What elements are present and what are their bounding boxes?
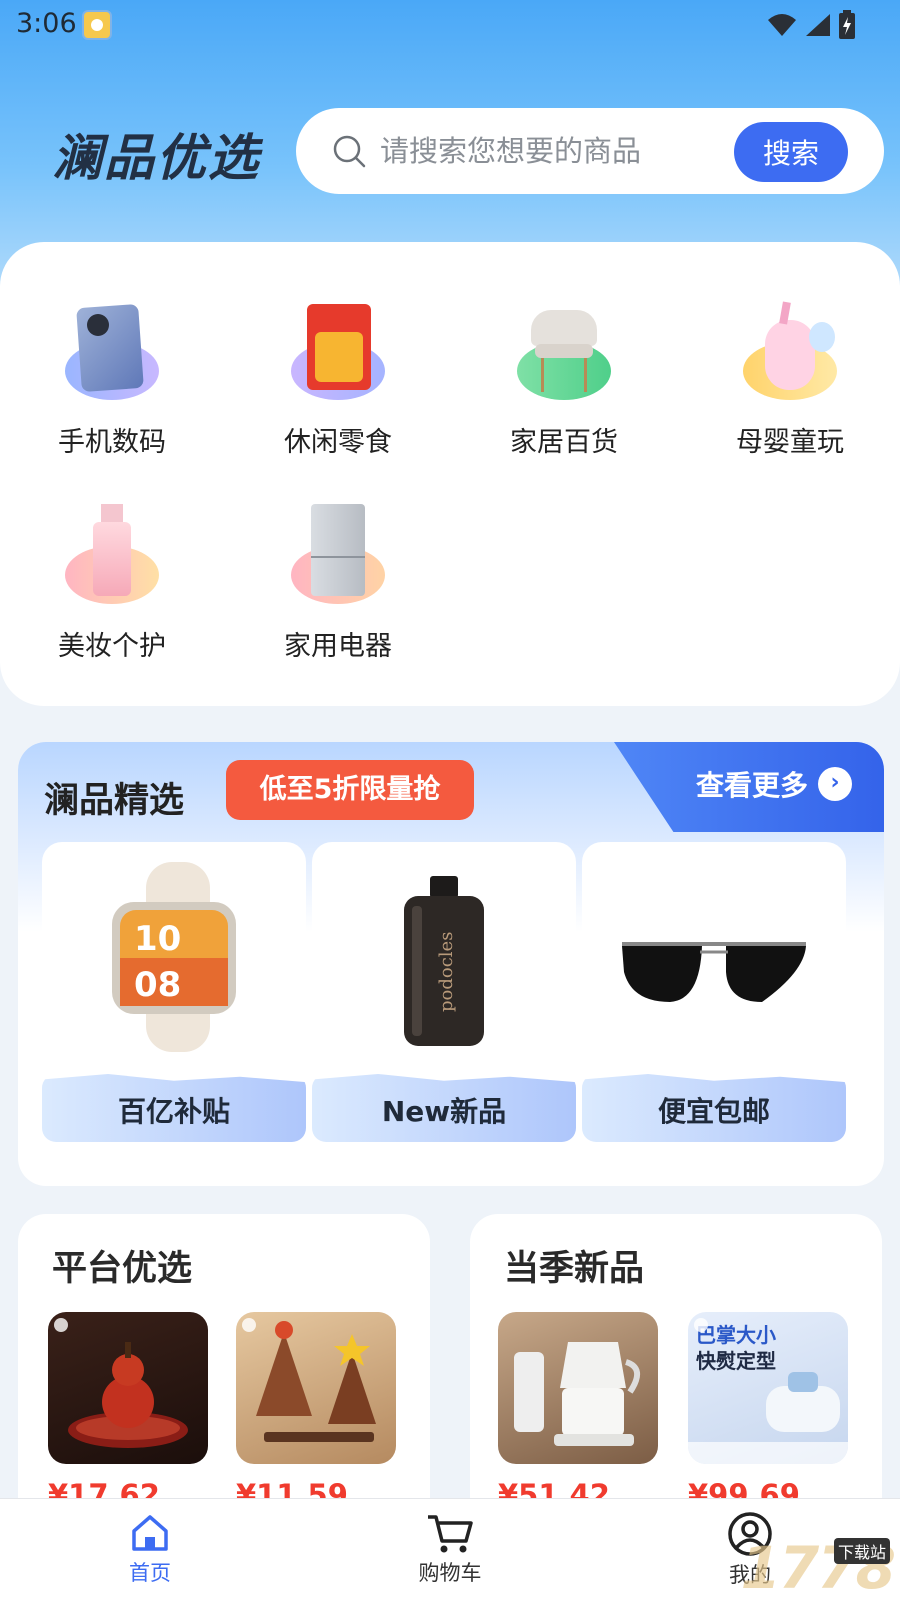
status-bar: 3:06 bbox=[0, 0, 900, 52]
platform-pick-item[interactable] bbox=[236, 1312, 396, 1464]
category-label: 家用电器 bbox=[284, 631, 392, 662]
wooden-tree-ornament-image bbox=[256, 1321, 376, 1442]
category-appliances[interactable]: 家用电器 bbox=[248, 504, 428, 674]
tab-home[interactable]: 首页 bbox=[90, 1511, 210, 1587]
brand-title: 澜品优选 bbox=[52, 129, 260, 187]
category-label: 母婴童玩 bbox=[736, 427, 844, 458]
overlay-subtitle: 快熨定型 bbox=[696, 1349, 776, 1373]
seasonal-new-title: 当季新品 bbox=[504, 1249, 645, 1289]
video-indicator-icon bbox=[54, 1318, 68, 1332]
featured-product-label: 便宜包邮 bbox=[582, 1074, 846, 1142]
phone-icon bbox=[57, 300, 167, 410]
featured-section: 澜品精选 低至5折限量抢 查看更多 › 10 08 百亿补贴 podocles … bbox=[18, 742, 884, 1186]
signal-icon bbox=[806, 14, 830, 36]
svg-text:10: 10 bbox=[134, 919, 181, 959]
category-label: 美妆个护 bbox=[58, 631, 166, 662]
unicorn-toy-icon bbox=[735, 300, 845, 410]
search-button[interactable]: 搜索 bbox=[734, 122, 848, 182]
battery-icon bbox=[839, 10, 855, 39]
overlay-title: 巴掌大小 bbox=[696, 1323, 776, 1347]
featured-product-new[interactable]: podocles New新品 bbox=[312, 842, 576, 1142]
status-icons bbox=[766, 10, 856, 40]
seasonal-item[interactable]: 巴掌大小 快熨定型 bbox=[688, 1312, 848, 1464]
search-box[interactable]: 搜索 bbox=[296, 108, 884, 194]
category-beauty[interactable]: 美妆个护 bbox=[22, 504, 202, 674]
fridge-icon bbox=[283, 504, 393, 614]
featured-badge: 低至5折限量抢 bbox=[226, 760, 474, 820]
svg-text:08: 08 bbox=[134, 965, 181, 1005]
snack-icon bbox=[283, 300, 393, 410]
platform-picks-title: 平台优选 bbox=[52, 1249, 193, 1289]
watermark-tag: 下载站 bbox=[833, 1538, 890, 1564]
tab-label: 购物车 bbox=[418, 1561, 482, 1585]
video-indicator-icon bbox=[242, 1318, 256, 1332]
platform-pick-item[interactable] bbox=[48, 1312, 208, 1464]
seasonal-new-section: 当季新品 巴掌大小 快熨定型 ¥51.42 ¥99.69 bbox=[470, 1214, 882, 1534]
sunglasses-image bbox=[622, 942, 806, 1002]
category-snacks[interactable]: 休闲零食 bbox=[248, 300, 428, 470]
cart-icon bbox=[428, 1515, 473, 1553]
view-more-label: 查看更多 bbox=[695, 769, 808, 802]
category-label: 家居百货 bbox=[510, 427, 618, 458]
featured-product-subsidy[interactable]: 10 08 百亿补贴 bbox=[42, 842, 306, 1142]
gourd-ornament-image bbox=[68, 1342, 188, 1448]
video-indicator-icon bbox=[694, 1318, 708, 1332]
chevron-right-icon: › bbox=[818, 767, 852, 801]
notification-app-icon bbox=[82, 10, 112, 40]
category-label: 休闲零食 bbox=[284, 427, 392, 458]
home-icon bbox=[132, 1515, 168, 1551]
search-input[interactable] bbox=[380, 128, 710, 174]
perfume-bottle-image: podocles bbox=[404, 876, 484, 1046]
featured-product-label: 百亿补贴 bbox=[42, 1074, 306, 1142]
category-home-goods[interactable]: 家居百货 bbox=[474, 300, 654, 470]
category-grid: 手机数码 休闲零食 家居百货 母婴童玩 美妆个护 家用电器 bbox=[0, 242, 900, 706]
smartwatch-image: 10 08 bbox=[112, 862, 236, 1052]
wifi-icon bbox=[768, 14, 796, 36]
search-icon bbox=[333, 135, 366, 168]
svg-text:podocles: podocles bbox=[436, 932, 457, 1012]
chair-icon bbox=[509, 300, 619, 410]
cosmetics-bottle-icon bbox=[57, 504, 167, 614]
seasonal-item[interactable] bbox=[498, 1312, 658, 1464]
tab-cart[interactable]: 购物车 bbox=[390, 1511, 510, 1587]
featured-title: 澜品精选 bbox=[44, 781, 185, 821]
featured-product-label: New新品 bbox=[312, 1074, 576, 1142]
steam-iron-image: 巴掌大小 快熨定型 bbox=[688, 1323, 848, 1464]
status-time: 3:06 bbox=[16, 8, 77, 39]
coffee-maker-image bbox=[514, 1342, 640, 1446]
category-baby-toys[interactable]: 母婴童玩 bbox=[700, 300, 880, 470]
featured-product-free-shipping[interactable]: 便宜包邮 bbox=[582, 842, 846, 1142]
platform-picks-section: 平台优选 ¥17.62 ¥11.59 bbox=[18, 1214, 430, 1534]
view-more-button[interactable]: 查看更多 › bbox=[696, 764, 852, 804]
tab-label: 首页 bbox=[129, 1561, 171, 1585]
category-label: 手机数码 bbox=[58, 427, 166, 458]
category-phones[interactable]: 手机数码 bbox=[22, 300, 202, 470]
